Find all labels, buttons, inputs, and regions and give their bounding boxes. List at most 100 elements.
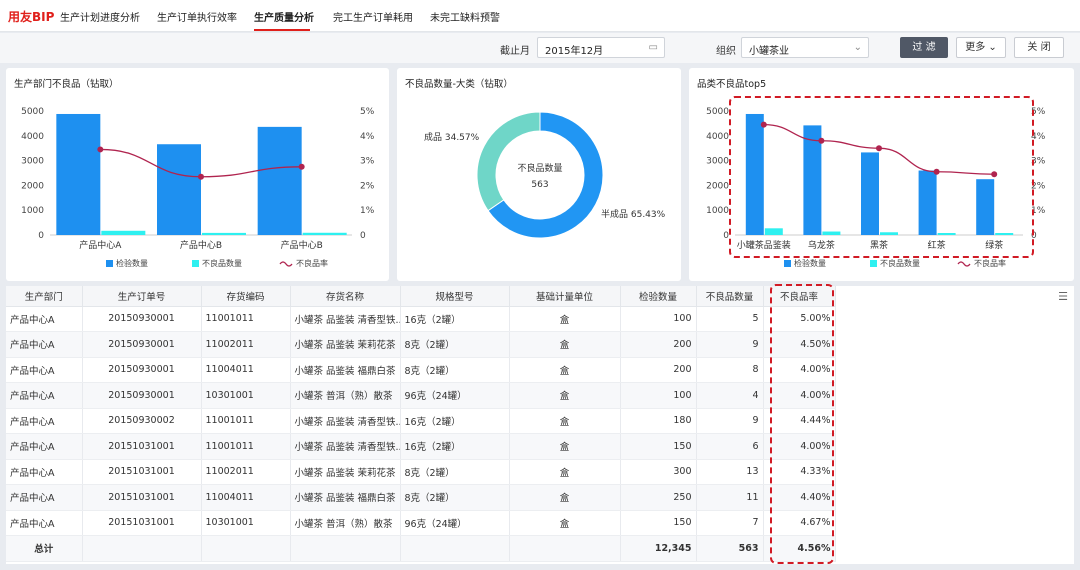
cell-dept: 产品中心A [6, 459, 83, 485]
tab-shortage-warning[interactable]: 未完工缺料预警 [430, 9, 500, 24]
col-header-inspect-qty[interactable]: 检验数量 [620, 286, 697, 307]
chevron-down-icon: ⌄ [853, 42, 862, 53]
cell-order-no: 20150930001 [82, 306, 202, 332]
cell-item-name: 小罐茶 普洱（熟）散茶 [290, 382, 401, 409]
col-header-unit[interactable]: 基础计量单位 [509, 286, 621, 307]
legend-label: 不良品数量 [880, 258, 920, 268]
table-row[interactable]: 产品中心A 20150930001 10301001 小罐茶 普洱（熟）散茶 96克（2… [6, 382, 836, 409]
table-header: 生产部门 生产订单号 存货编码 存货名称 规格型号 基础计量单位 检验数量 不良品数量 不良品率 [6, 286, 836, 307]
cell-order-no: 20151031001 [82, 459, 202, 485]
column-menu-icon[interactable]: ☰ [1058, 290, 1068, 303]
tab-completed-order-usage[interactable]: 完工生产订单耗用 [333, 9, 413, 24]
cell-unit: 盒 [509, 357, 621, 383]
cell-item-name: 小罐茶 品鉴装 清香型铁... [290, 433, 401, 460]
y2-tick-label: 5% [360, 107, 375, 117]
more-label: 更多 [965, 42, 986, 53]
table-row[interactable]: 产品中心A 20150930001 11002011 小罐茶 品鉴装 茉莉花茶 8克（2… [6, 331, 836, 358]
cell-item-name: 小罐茶 品鉴装 茉莉花茶 [290, 459, 401, 485]
x-category-label: 产品中心B [281, 239, 323, 251]
y-tick-label: 3000 [706, 157, 729, 167]
cell-item-code: 11004011 [201, 484, 291, 511]
cell-inspect-qty: 100 [620, 306, 697, 332]
col-header-item-name[interactable]: 存货名称 [290, 286, 401, 307]
table-row[interactable]: 产品中心A 20150930001 11001011 小罐茶 品鉴装 清香型铁... 1… [6, 306, 836, 332]
date-value: 2015年12月 [545, 46, 604, 57]
y-tick-label: 0 [38, 231, 44, 241]
table-row[interactable]: 产品中心A 20151031001 11002011 小罐茶 品鉴装 茉莉花茶 8克（2… [6, 459, 836, 485]
y-tick-label: 4000 [706, 132, 729, 142]
detail-table: 生产部门 生产订单号 存货编码 存货名称 规格型号 基础计量单位 检验数量 不良品数量 不良品率… [6, 286, 1074, 564]
table-row[interactable]: 产品中心A 20151031001 11001011 小罐茶 品鉴装 清香型铁... 1… [6, 433, 836, 460]
y-tick-label: 1000 [706, 206, 729, 216]
col-header-dept[interactable]: 生产部门 [6, 286, 83, 307]
cell-item-code: 11002011 [201, 459, 291, 485]
cell-defect-qty: 6 [696, 433, 764, 460]
close-button[interactable]: 关 闭 [1014, 37, 1064, 58]
donut-center-label: 不良品数量 [517, 162, 562, 174]
y-tick-label: 5000 [706, 107, 729, 117]
donut-center-value: 563 [531, 180, 548, 190]
cell-total-label: 总计 [6, 535, 83, 562]
cell-inspect-qty: 150 [620, 433, 697, 460]
cell-unit: 盒 [509, 510, 621, 536]
cell-inspect-qty: 200 [620, 331, 697, 358]
y-tick-label: 1000 [21, 206, 44, 216]
cell-order-no: 20151031001 [82, 484, 202, 511]
cell-inspect-qty: 150 [620, 510, 697, 536]
cell-dept: 产品中心A [6, 408, 83, 434]
table-row[interactable]: 产品中心A 20150930002 11001011 小罐茶 品鉴装 清香型铁... 1… [6, 408, 836, 434]
dept-defect-chart[interactable]: 0 1000 2000 3000 4000 5000 0 1% 2% 3% 4% 5% 产品中心A 产品中… [6, 68, 389, 281]
col-header-spec[interactable]: 规格型号 [400, 286, 510, 307]
y2-tick-label: 3% [360, 157, 375, 167]
col-header-defect-qty[interactable]: 不良品数量 [696, 286, 764, 307]
cell-spec: 8克（2罐） [400, 459, 510, 485]
y2-tick-label: 2% [360, 181, 375, 191]
col-header-order-no[interactable]: 生产订单号 [82, 286, 202, 307]
top-nav: 用友BIP 生产计划进度分析 生产订单执行效率 生产质量分析 完工生产订单耗用 … [0, 0, 1080, 32]
y-tick-label: 3000 [21, 157, 44, 167]
cell-item-name: 小罐茶 品鉴装 茉莉花茶 [290, 331, 401, 358]
filter-button[interactable]: 过 滤 [900, 37, 948, 58]
cell-inspect-qty: 180 [620, 408, 697, 434]
legend-label: 检验数量 [794, 258, 826, 268]
tab-quality-analysis[interactable]: 生产质量分析 [254, 9, 314, 24]
cell-unit: 盒 [509, 433, 621, 460]
legend-swatch-defect [192, 260, 199, 267]
pie-slice [476, 111, 541, 212]
cell-item-name: 小罐茶 品鉴装 福鼎白茶 [290, 484, 401, 511]
calendar-icon: ▭ [648, 42, 658, 53]
table-row[interactable]: 产品中心A 20151031001 10301001 小罐茶 普洱（熟）散茶 96克（2… [6, 510, 836, 536]
legend-swatch-inspect [106, 260, 113, 267]
cell-dept: 产品中心A [6, 306, 83, 332]
x-category-label: 产品中心B [180, 239, 222, 251]
dept-defect-chart-card: 生产部门不良品（钻取） 0 1000 2000 3000 4000 5000 0 1% 2% 3%… [6, 68, 389, 281]
pie-slice-label: 半成品 65.43% [601, 208, 666, 220]
cell-item-name: 小罐茶 普洱（熟）散茶 [290, 510, 401, 536]
cell-defect-qty: 13 [696, 459, 764, 485]
y-tick-label: 5000 [21, 107, 44, 117]
col-header-item-code[interactable]: 存货编码 [201, 286, 291, 307]
table-row[interactable]: 产品中心A 20150930001 11004011 小罐茶 品鉴装 福鼎白茶 8克（2… [6, 357, 836, 383]
cell-defect-qty: 9 [696, 331, 764, 358]
cell-item-name: 小罐茶 品鉴装 清香型铁... [290, 408, 401, 434]
cell-defect-qty: 5 [696, 306, 764, 332]
category-donut-chart[interactable]: 不良品数量 563 成品 34.57% 半成品 65.43% [397, 68, 681, 281]
org-select[interactable]: 小罐茶业 ⌄ [741, 37, 869, 58]
cell-defect-qty: 11 [696, 484, 764, 511]
cell-dept: 产品中心A [6, 331, 83, 358]
cell-order-no: 20150930001 [82, 357, 202, 383]
tab-order-efficiency[interactable]: 生产订单执行效率 [157, 9, 237, 24]
defect-rate-point [298, 163, 305, 170]
tab-production-plan[interactable]: 生产计划进度分析 [60, 9, 140, 24]
cell-inspect-qty: 300 [620, 459, 697, 485]
more-button[interactable]: 更多 ⌄ [956, 37, 1006, 58]
cell-spec: 16克（2罐） [400, 433, 510, 460]
cell-empty [201, 535, 291, 562]
cell-item-code: 11004011 [201, 357, 291, 383]
y-tick-label: 2000 [706, 181, 729, 191]
date-picker[interactable]: 2015年12月 ▭ [537, 37, 665, 58]
cell-dept: 产品中心A [6, 382, 83, 409]
cell-empty [82, 535, 202, 562]
table-row[interactable]: 产品中心A 20151031001 11004011 小罐茶 品鉴装 福鼎白茶 8克（2… [6, 484, 836, 511]
cell-order-no: 20151031001 [82, 433, 202, 460]
